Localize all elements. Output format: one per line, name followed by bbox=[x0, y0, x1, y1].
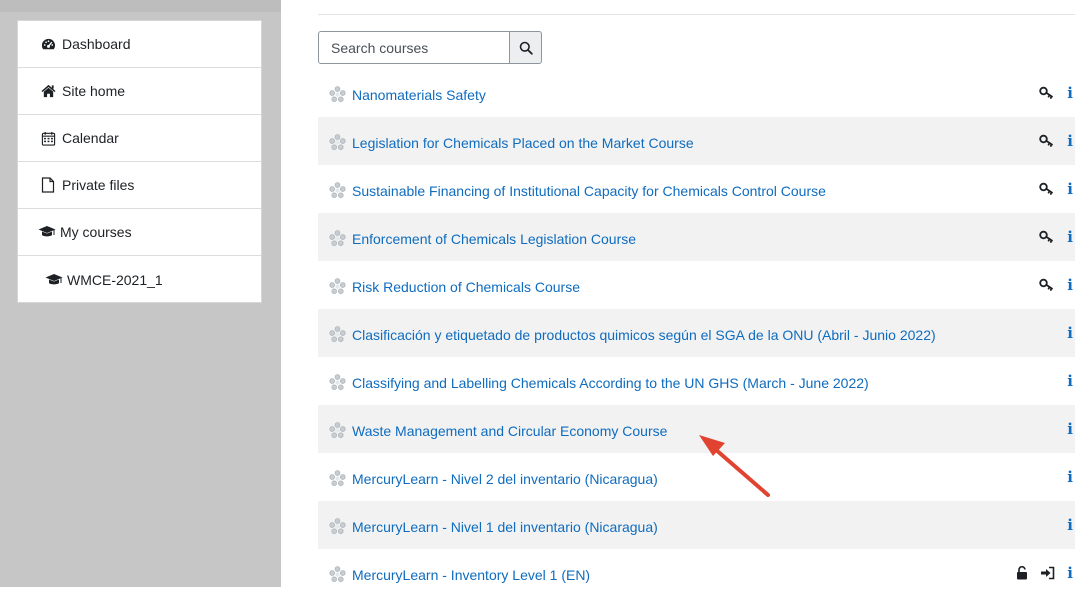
course-row-icons: i bbox=[1039, 261, 1073, 309]
course-link[interactable]: Waste Management and Circular Economy Co… bbox=[352, 423, 667, 439]
course-link[interactable]: Classifying and Labelling Chemicals Acco… bbox=[352, 375, 869, 391]
course-row-icons: i bbox=[1039, 165, 1073, 213]
nav-item-label: Calendar bbox=[62, 130, 119, 146]
info-icon[interactable]: i bbox=[1067, 229, 1073, 245]
course-category-icon bbox=[329, 517, 346, 535]
dashboard-icon bbox=[40, 36, 56, 52]
info-icon[interactable]: i bbox=[1067, 373, 1073, 389]
nav-item-label: Private files bbox=[62, 177, 135, 193]
nav-item-wmce-2021-1[interactable]: WMCE-2021_1 bbox=[18, 256, 261, 303]
course-search bbox=[318, 31, 542, 64]
search-button[interactable] bbox=[510, 31, 542, 64]
course-row: Enforcement of Chemicals Legislation Cou… bbox=[318, 213, 1075, 261]
nav-item-private-files[interactable]: Private files bbox=[18, 162, 261, 209]
graduation-cap-icon bbox=[45, 272, 63, 288]
course-row: Clasificación y etiquetado de productos … bbox=[318, 309, 1075, 357]
course-link[interactable]: Clasificación y etiquetado de productos … bbox=[352, 327, 936, 343]
course-row-icons: i bbox=[1039, 69, 1073, 117]
key-icon[interactable] bbox=[1039, 230, 1055, 244]
nav-item-label: My courses bbox=[60, 224, 132, 240]
course-category-icon bbox=[329, 565, 346, 583]
course-link[interactable]: Enforcement of Chemicals Legislation Cou… bbox=[352, 231, 636, 247]
key-icon[interactable] bbox=[1039, 278, 1055, 292]
unlock-icon[interactable] bbox=[1016, 566, 1028, 580]
course-row: Waste Management and Circular Economy Co… bbox=[318, 405, 1075, 453]
key-icon[interactable] bbox=[1039, 86, 1055, 100]
nav-item-dashboard[interactable]: Dashboard bbox=[18, 21, 261, 68]
course-category-icon bbox=[329, 229, 346, 247]
enrol-icon[interactable] bbox=[1040, 566, 1055, 580]
calendar-icon bbox=[40, 130, 56, 146]
graduation-cap-icon bbox=[38, 224, 56, 240]
key-icon[interactable] bbox=[1039, 134, 1055, 148]
content-top-divider bbox=[318, 14, 1075, 15]
course-category-icon bbox=[329, 133, 346, 151]
search-input[interactable] bbox=[318, 31, 510, 64]
course-row: Sustainable Financing of Institutional C… bbox=[318, 165, 1075, 213]
course-row-icons: i bbox=[1067, 405, 1073, 453]
course-link[interactable]: Risk Reduction of Chemicals Course bbox=[352, 279, 580, 295]
info-icon[interactable]: i bbox=[1067, 421, 1073, 437]
course-row: MercuryLearn - Nivel 1 del inventario (N… bbox=[318, 501, 1075, 549]
nav-item-site-home[interactable]: Site home bbox=[18, 68, 261, 115]
course-row-icons: i bbox=[1039, 117, 1073, 165]
course-row-icons: i bbox=[1067, 453, 1073, 501]
info-icon[interactable]: i bbox=[1067, 565, 1073, 581]
key-icon[interactable] bbox=[1039, 182, 1055, 196]
info-icon[interactable]: i bbox=[1067, 277, 1073, 293]
course-link[interactable]: MercuryLearn - Nivel 2 del inventario (N… bbox=[352, 471, 658, 487]
course-category-icon bbox=[329, 421, 346, 439]
nav-item-my-courses[interactable]: My courses bbox=[18, 209, 261, 256]
info-icon[interactable]: i bbox=[1067, 85, 1073, 101]
course-link[interactable]: MercuryLearn - Nivel 1 del inventario (N… bbox=[352, 519, 658, 535]
course-row: Classifying and Labelling Chemicals Acco… bbox=[318, 357, 1075, 405]
course-category-icon bbox=[329, 277, 346, 295]
course-category-icon bbox=[329, 181, 346, 199]
course-row: Risk Reduction of Chemicals Course i bbox=[318, 261, 1075, 309]
course-list: Nanomaterials Safety i Legislation for Che… bbox=[318, 69, 1075, 597]
course-row: Legislation for Chemicals Placed on the … bbox=[318, 117, 1075, 165]
course-row-icons: i bbox=[1016, 549, 1073, 597]
course-category-icon bbox=[329, 325, 346, 343]
nav-drawer: Dashboard Site home Calendar Private fil… bbox=[17, 20, 262, 303]
info-icon[interactable]: i bbox=[1067, 517, 1073, 533]
sidebar-top-band bbox=[0, 0, 281, 12]
course-row-icons: i bbox=[1039, 213, 1073, 261]
course-link[interactable]: MercuryLearn - Inventory Level 1 (EN) bbox=[352, 567, 590, 583]
nav-item-calendar[interactable]: Calendar bbox=[18, 115, 261, 162]
course-row-icons: i bbox=[1067, 357, 1073, 405]
course-row-icons: i bbox=[1067, 501, 1073, 549]
course-link[interactable]: Nanomaterials Safety bbox=[352, 87, 486, 103]
info-icon[interactable]: i bbox=[1067, 469, 1073, 485]
course-category-icon bbox=[329, 85, 346, 103]
info-icon[interactable]: i bbox=[1067, 325, 1073, 341]
nav-item-label: WMCE-2021_1 bbox=[67, 271, 163, 288]
nav-item-label: Dashboard bbox=[62, 36, 131, 52]
course-link[interactable]: Sustainable Financing of Institutional C… bbox=[352, 183, 826, 199]
course-category-icon bbox=[329, 469, 346, 487]
course-row: Nanomaterials Safety i bbox=[318, 69, 1075, 117]
file-icon bbox=[40, 177, 56, 193]
course-row: MercuryLearn - Nivel 2 del inventario (N… bbox=[318, 453, 1075, 501]
course-link[interactable]: Legislation for Chemicals Placed on the … bbox=[352, 135, 694, 151]
course-row-icons: i bbox=[1067, 309, 1073, 357]
nav-item-label: Site home bbox=[62, 83, 126, 99]
info-icon[interactable]: i bbox=[1067, 181, 1073, 197]
search-icon bbox=[519, 41, 533, 55]
course-category-icon bbox=[329, 373, 346, 391]
info-icon[interactable]: i bbox=[1067, 133, 1073, 149]
course-row: MercuryLearn - Inventory Level 1 (EN) i bbox=[318, 549, 1075, 597]
home-icon bbox=[40, 83, 56, 99]
